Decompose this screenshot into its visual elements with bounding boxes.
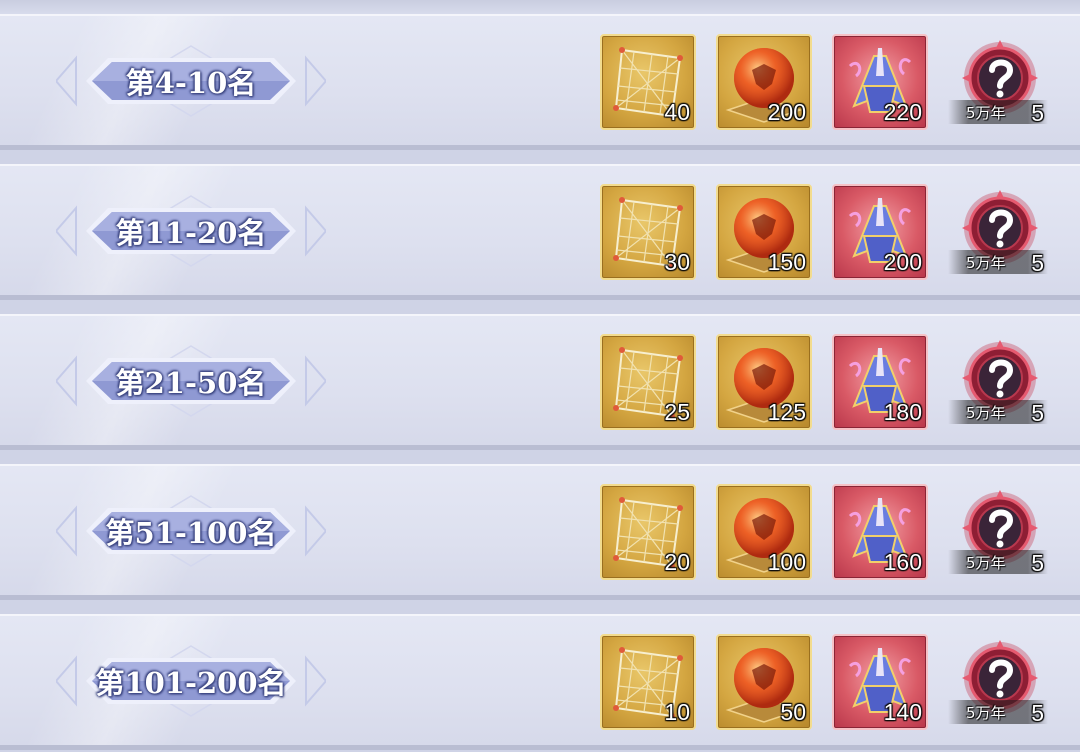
mystery-tag: 5万年: [966, 704, 1006, 722]
reward-slot-mystery[interactable]: 5万年 5: [948, 488, 1048, 584]
reward-slot-fire-orb[interactable]: 200: [716, 34, 812, 130]
reward-qty: 100: [767, 549, 806, 575]
rank-label: 第4-10名: [125, 66, 257, 100]
reward-qty: 125: [767, 399, 806, 425]
rank-row: 第4-10名 40 200 220 5万年 5: [0, 14, 1080, 150]
reward-slot-armor-fragment[interactable]: 140: [832, 634, 928, 730]
reward-slot-fire-orb[interactable]: 125: [716, 334, 812, 430]
reward-qty: 25: [664, 399, 690, 425]
rank-badge: 第4-10名: [56, 44, 326, 118]
reward-qty: 10: [664, 699, 690, 725]
rank-row: 第51-100名 20 100 160 5万年 5: [0, 464, 1080, 600]
reward-qty: 140: [883, 699, 922, 725]
reward-qty: 20: [664, 549, 690, 575]
reward-qty: 150: [767, 249, 806, 275]
rank-label: 第101-200名: [95, 666, 287, 700]
mystery-tag: 5万年: [966, 554, 1006, 572]
reward-slot-golden-net[interactable]: 10: [600, 634, 696, 730]
rank-label: 第11-20名: [115, 216, 267, 250]
reward-slot-armor-fragment[interactable]: 200: [832, 184, 928, 280]
reward-qty: 5: [1031, 400, 1044, 426]
reward-qty: 180: [883, 399, 922, 425]
reward-qty: 5: [1031, 100, 1044, 126]
reward-slot-armor-fragment[interactable]: 160: [832, 484, 928, 580]
mystery-tag: 5万年: [966, 104, 1006, 122]
rank-row: 第21-50名 25 125 180 5万年 5: [0, 314, 1080, 450]
reward-slot-fire-orb[interactable]: 100: [716, 484, 812, 580]
reward-slot-golden-net[interactable]: 40: [600, 34, 696, 130]
reward-slot-armor-fragment[interactable]: 220: [832, 34, 928, 130]
mystery-tag: 5万年: [966, 254, 1006, 272]
reward-qty: 40: [664, 99, 690, 125]
rank-badge: 第101-200名: [56, 644, 326, 718]
reward-qty: 160: [883, 549, 922, 575]
reward-slot-fire-orb[interactable]: 50: [716, 634, 812, 730]
reward-slot-mystery[interactable]: 5万年 5: [948, 188, 1048, 284]
reward-qty: 5: [1031, 250, 1044, 276]
reward-qty: 200: [883, 249, 922, 275]
reward-qty: 200: [767, 99, 806, 125]
rank-badge: 第21-50名: [56, 344, 326, 418]
reward-slot-mystery[interactable]: 5万年 5: [948, 338, 1048, 434]
reward-slot-golden-net[interactable]: 25: [600, 334, 696, 430]
mystery-tag: 5万年: [966, 404, 1006, 422]
reward-slot-golden-net[interactable]: 20: [600, 484, 696, 580]
reward-slot-armor-fragment[interactable]: 180: [832, 334, 928, 430]
rank-badge: 第51-100名: [56, 494, 326, 568]
reward-qty: 5: [1031, 550, 1044, 576]
rank-row: 第101-200名 10 50 140 5万年 5: [0, 614, 1080, 750]
rank-label: 第21-50名: [115, 366, 267, 400]
rank-row: 第11-20名 30 150 200 5万年 5: [0, 164, 1080, 300]
reward-qty: 5: [1031, 700, 1044, 726]
reward-slot-fire-orb[interactable]: 150: [716, 184, 812, 280]
reward-qty: 220: [883, 99, 922, 125]
rank-label: 第51-100名: [105, 516, 277, 550]
reward-qty: 50: [780, 699, 806, 725]
top-strip: [0, 0, 1080, 14]
reward-slot-mystery[interactable]: 5万年 5: [948, 38, 1048, 134]
reward-qty: 30: [664, 249, 690, 275]
reward-slot-mystery[interactable]: 5万年 5: [948, 638, 1048, 734]
rank-badge: 第11-20名: [56, 194, 326, 268]
reward-slot-golden-net[interactable]: 30: [600, 184, 696, 280]
